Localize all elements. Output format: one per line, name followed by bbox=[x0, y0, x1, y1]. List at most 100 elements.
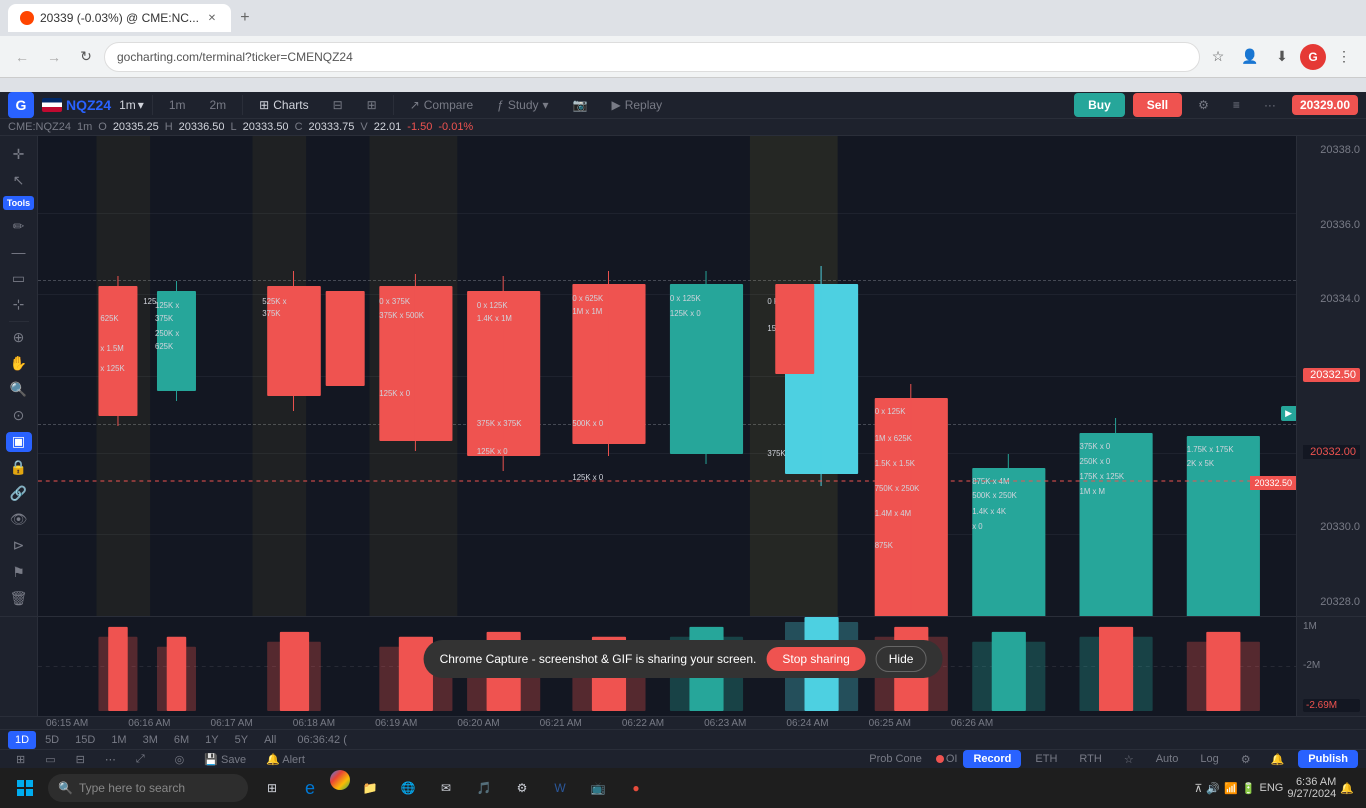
search-placeholder: Type here to search bbox=[79, 781, 185, 795]
tf-6m[interactable]: 6M bbox=[167, 731, 196, 749]
auto-btn[interactable]: Auto bbox=[1148, 751, 1187, 767]
eye-tool[interactable]: 👁 bbox=[6, 510, 32, 530]
lock-tool[interactable]: 🔒 bbox=[6, 458, 32, 478]
1m-btn[interactable]: 1m bbox=[161, 94, 194, 116]
horizontal-line-tool[interactable]: — bbox=[6, 242, 32, 262]
settings-btn[interactable]: ⚙ bbox=[1190, 94, 1217, 116]
settings2-btn[interactable]: ⚙ bbox=[504, 770, 540, 806]
more-options-btn[interactable]: ··· bbox=[1256, 94, 1284, 116]
media-btn[interactable]: 🎵 bbox=[466, 770, 502, 806]
arrow-tool[interactable]: ↖ bbox=[6, 170, 32, 190]
alert-btn[interactable]: 🔔 Alert bbox=[258, 751, 313, 768]
profile-btn[interactable]: G bbox=[1300, 44, 1326, 70]
interval-info: 1m bbox=[77, 121, 92, 133]
notification-tray[interactable]: 🔔 bbox=[1340, 782, 1354, 795]
zoom-tool[interactable]: 🔍 bbox=[6, 379, 32, 399]
buy-btn[interactable]: Buy bbox=[1074, 93, 1125, 117]
active-tab[interactable]: 20339 (-0.03%) @ CME:NC... ✕ bbox=[8, 4, 231, 32]
svg-text:175K x 125K: 175K x 125K bbox=[1080, 472, 1125, 481]
fullscreen-btn[interactable]: ⤢ bbox=[128, 751, 153, 768]
tf-1m[interactable]: 1M bbox=[104, 731, 133, 749]
logo-btn[interactable]: G bbox=[8, 92, 34, 118]
notification-status[interactable]: 🔔 bbox=[1263, 751, 1293, 768]
screenshot-btn[interactable]: ◎ bbox=[167, 751, 193, 768]
prob-cone-btn[interactable]: Prob Cone bbox=[861, 751, 930, 767]
tray-icon-2[interactable]: 🔊 bbox=[1206, 782, 1220, 795]
back-btn[interactable]: ← bbox=[8, 43, 36, 71]
timeframe-btn[interactable]: 1m ▾ bbox=[119, 98, 144, 112]
compare-btn[interactable]: ↗ Compare bbox=[402, 94, 481, 116]
trash-tool[interactable]: 🗑 bbox=[6, 588, 32, 608]
tab-bar: 20339 (-0.03%) @ CME:NC... ✕ + bbox=[0, 0, 1366, 36]
study-btn[interactable]: ƒ Study▾ bbox=[489, 94, 556, 116]
new-tab-btn[interactable]: + bbox=[231, 4, 259, 32]
app-btn[interactable]: ● bbox=[618, 770, 654, 806]
mail-btn[interactable]: ✉ bbox=[428, 770, 464, 806]
refresh-btn[interactable]: ↻ bbox=[72, 43, 100, 71]
tf-1y[interactable]: 1Y bbox=[198, 731, 225, 749]
magnet-tool[interactable]: ⊙ bbox=[6, 406, 32, 426]
layout-icon-4[interactable]: ⋯ bbox=[97, 751, 124, 768]
tf-15d[interactable]: 15D bbox=[68, 731, 102, 749]
task-view-btn[interactable]: ⊞ bbox=[254, 770, 290, 806]
grid-btn[interactable]: ⊞ bbox=[359, 94, 385, 116]
tray-icon-1[interactable]: ⊼ bbox=[1194, 782, 1202, 795]
address-bar[interactable]: gocharting.com/terminal?ticker=CMENQZ24 bbox=[104, 42, 1200, 72]
tray-icon-4[interactable]: 🔋 bbox=[1242, 782, 1256, 795]
tf-3m[interactable]: 3M bbox=[136, 731, 165, 749]
bookmark-btn[interactable]: ☆ bbox=[1204, 43, 1232, 71]
layout-icon-1[interactable]: ⊞ bbox=[8, 751, 33, 768]
edge-btn[interactable]: e bbox=[292, 770, 328, 806]
replay-btn[interactable]: ▶ Replay bbox=[603, 94, 670, 116]
download-btn[interactable]: ⬇ bbox=[1268, 43, 1296, 71]
sell-btn[interactable]: Sell bbox=[1133, 93, 1182, 117]
drag-tool[interactable]: ✋ bbox=[6, 353, 32, 373]
word-btn[interactable]: W bbox=[542, 770, 578, 806]
chrome-btn[interactable] bbox=[330, 770, 350, 790]
stop-sharing-btn[interactable]: Stop sharing bbox=[766, 647, 865, 671]
layout-icon-3[interactable]: ⊟ bbox=[68, 751, 93, 768]
svg-text:2K x 5K: 2K x 5K bbox=[1187, 459, 1215, 468]
rth-btn[interactable]: RTH bbox=[1071, 751, 1109, 767]
svg-text:0 x 125K: 0 x 125K bbox=[477, 301, 508, 310]
eth-btn[interactable]: ETH bbox=[1027, 751, 1065, 767]
tray-icon-3[interactable]: 📶 bbox=[1224, 782, 1238, 795]
chart-canvas[interactable]: 125K X 375K x 125K 625K x 1.5M 125K x 37… bbox=[38, 136, 1296, 616]
tf-5d[interactable]: 5D bbox=[38, 731, 66, 749]
tv-btn[interactable]: 📺 bbox=[580, 770, 616, 806]
explorer-btn[interactable]: 📁 bbox=[352, 770, 388, 806]
symbol-text[interactable]: NQZ24 bbox=[66, 97, 111, 113]
more-btn[interactable]: ⋮ bbox=[1330, 43, 1358, 71]
pen-tool[interactable]: ✏ bbox=[6, 216, 32, 236]
crosshair-tool[interactable]: ✛ bbox=[6, 144, 32, 164]
record-btn[interactable]: Record bbox=[963, 750, 1021, 768]
tf-1d[interactable]: 1D bbox=[8, 731, 36, 749]
account-btn[interactable]: 👤 bbox=[1236, 43, 1264, 71]
publish-btn[interactable]: Publish bbox=[1298, 750, 1358, 768]
charts-btn[interactable]: ⊞ Charts bbox=[251, 94, 316, 116]
camera-btn[interactable]: 📷 bbox=[565, 94, 596, 116]
cursor-tool[interactable]: ⊕ bbox=[6, 327, 32, 347]
star-btn[interactable]: ☆ bbox=[1116, 751, 1142, 768]
expand-tool[interactable]: ⊳ bbox=[6, 536, 32, 556]
layers-btn[interactable]: ≡ bbox=[1225, 94, 1248, 116]
settings-icon-status[interactable]: ⚙ bbox=[1233, 751, 1259, 768]
hide-btn[interactable]: Hide bbox=[876, 646, 927, 672]
2m-btn[interactable]: 2m bbox=[202, 94, 235, 116]
forward-btn[interactable]: → bbox=[40, 43, 68, 71]
measure-tool[interactable]: ⊹ bbox=[6, 294, 32, 314]
log-btn[interactable]: Log bbox=[1192, 751, 1226, 767]
tf-5y[interactable]: 5Y bbox=[228, 731, 255, 749]
start-btn[interactable] bbox=[4, 770, 46, 806]
tab-close-btn[interactable]: ✕ bbox=[205, 11, 219, 25]
layout-btn[interactable]: ⊟ bbox=[325, 94, 351, 116]
active-tool[interactable]: ▣ bbox=[6, 432, 32, 452]
flag-tool[interactable]: ⚑ bbox=[6, 562, 32, 582]
link-tool[interactable]: 🔗 bbox=[6, 484, 32, 504]
layout-icon-2[interactable]: ▭ bbox=[37, 751, 63, 768]
ie-btn[interactable]: 🌐 bbox=[390, 770, 426, 806]
tf-all[interactable]: All bbox=[257, 731, 283, 749]
search-bar[interactable]: 🔍 Type here to search bbox=[48, 774, 248, 802]
rect-tool[interactable]: ▭ bbox=[6, 268, 32, 288]
save-btn[interactable]: 💾 Save bbox=[196, 751, 254, 768]
